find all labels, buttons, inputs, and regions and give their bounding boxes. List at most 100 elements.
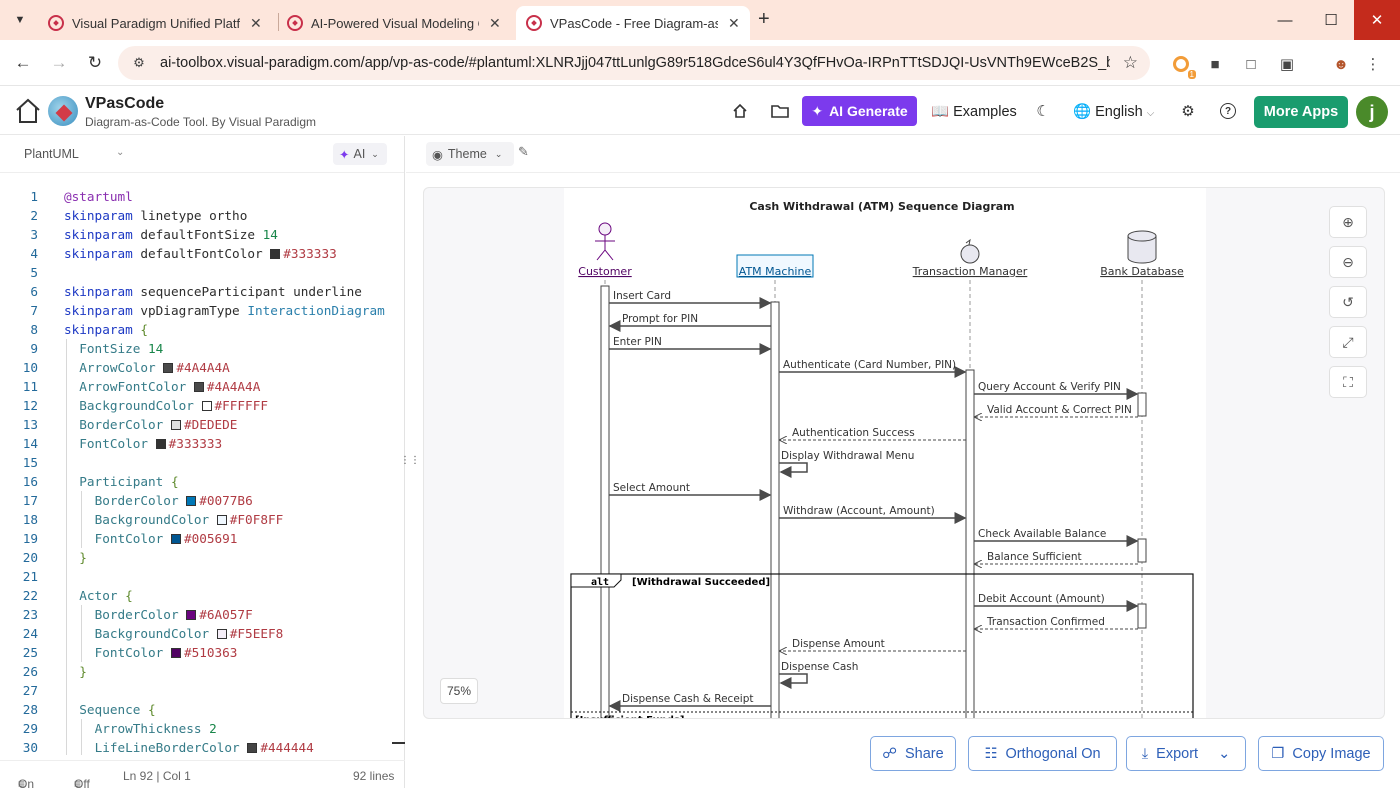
control-icon <box>965 238 971 246</box>
color-swatch[interactable] <box>186 610 197 620</box>
tab-vpascode[interactable]: VPasCode - Free Diagram-as-Code Tool ✕ <box>516 6 750 40</box>
code-token: skinparam <box>64 284 133 299</box>
fullscreen-icon[interactable]: ⛶ <box>1329 366 1367 398</box>
indent-guide <box>81 491 82 510</box>
export-button[interactable]: ⤓ Export ⌄ <box>1126 736 1246 771</box>
site-settings-icon[interactable]: ⚙ <box>130 54 148 72</box>
copy-image-label: Copy Image <box>1292 745 1371 762</box>
code-token: Actor <box>79 588 126 603</box>
zoom-in-icon[interactable]: ⊕ <box>1329 206 1367 238</box>
share-button[interactable]: ☍ Share <box>870 736 956 771</box>
color-swatch[interactable] <box>247 743 258 753</box>
close-tab-icon[interactable]: ✕ <box>489 15 501 32</box>
orthogonal-toggle-button[interactable]: ☷ Orthogonal On <box>968 736 1117 771</box>
code-line: 10 ArrowColor #4A4A4A <box>0 358 392 377</box>
color-swatch[interactable] <box>216 515 227 525</box>
diagram-canvas[interactable]: Cash Withdrawal (ATM) Sequence Diagram Cu… <box>423 187 1385 719</box>
line-number: 2 <box>30 208 38 223</box>
line-number: 9 <box>30 341 38 356</box>
close-tab-icon[interactable]: ✕ <box>728 15 740 32</box>
close-tab-icon[interactable]: ✕ <box>250 15 262 32</box>
panel-resize-handle-icon[interactable]: ⋮⋮ <box>400 455 420 466</box>
dark-mode-moon-icon[interactable]: ☾ <box>1033 101 1053 121</box>
extension-orange-icon[interactable]: 1 <box>1170 53 1196 79</box>
code-token: Participant <box>79 474 171 489</box>
minimize-window-icon[interactable]: — <box>1262 0 1308 40</box>
code-line: 28 Sequence { <box>0 700 392 719</box>
user-avatar[interactable]: j <box>1356 96 1388 128</box>
new-tab-plus-icon[interactable]: + <box>758 8 770 31</box>
screenshot-icon[interactable]: □ <box>1240 53 1262 75</box>
tab-search-chevron-icon[interactable]: ▼ <box>8 8 32 32</box>
color-swatch[interactable] <box>155 439 166 449</box>
code-line: 19 FontColor #005691 <box>0 529 392 548</box>
code-line: 13 BorderColor #DEDEDE <box>0 415 392 434</box>
reload-icon[interactable]: ↻ <box>83 51 107 75</box>
code-line: 6 skinparam sequenceParticipant underline <box>0 282 392 301</box>
tab-ai-visual-modeling[interactable]: AI-Powered Visual Modeling Chatbot ✕ <box>277 6 511 40</box>
open-folder-icon[interactable] <box>770 101 790 121</box>
indent-guide <box>66 339 67 358</box>
profile-icon[interactable]: ☻ <box>1330 53 1352 75</box>
horizontal-scrollbar[interactable] <box>392 742 405 744</box>
indent-guide <box>81 605 82 624</box>
language-selector[interactable]: 🌐 English ⌵ <box>1073 103 1154 120</box>
close-window-icon[interactable]: ✕ <box>1354 0 1400 40</box>
extensions-puzzle-icon[interactable]: ▣ <box>1276 53 1298 75</box>
sparkle-icon: ✦ <box>339 147 350 162</box>
color-swatch[interactable] <box>163 363 174 373</box>
fit-screen-icon[interactable]: ⤢ <box>1329 326 1367 358</box>
theme-select[interactable]: ◉ Theme ⌄ <box>426 142 514 166</box>
color-swatch[interactable] <box>170 648 181 658</box>
ai-generate-button[interactable]: ✦ AI Generate <box>802 96 917 126</box>
ai-assist-select[interactable]: ✦ AI ⌄ <box>333 143 387 165</box>
control-icon <box>960 244 980 264</box>
participant-label: Transaction Manager <box>912 265 1028 278</box>
copy-image-button[interactable]: ❐ Copy Image <box>1258 736 1384 771</box>
message-label: Debit Account (Amount) <box>978 593 1105 605</box>
reset-view-icon[interactable]: ↺ <box>1329 286 1367 318</box>
color-swatch[interactable] <box>193 382 204 392</box>
address-bar[interactable]: ⚙ ai-toolbox.visual-paradigm.com/app/vp-… <box>118 46 1150 80</box>
color-swatch[interactable] <box>270 249 281 259</box>
settings-gear-icon[interactable]: ⚙ <box>1178 101 1198 121</box>
code-line: 20 } <box>0 548 392 567</box>
bookmark-star-icon[interactable]: ☆ <box>1123 53 1138 73</box>
color-swatch[interactable] <box>201 401 212 411</box>
message-label: Enter PIN <box>613 336 662 348</box>
edit-pencil-icon[interactable]: ✎ <box>518 144 529 160</box>
examples-label: Examples <box>953 104 1017 120</box>
browser-menu-icon[interactable]: ⋮ <box>1362 53 1384 75</box>
chevron-down-icon[interactable]: ⌄ <box>116 147 124 158</box>
examples-button[interactable]: 📖 Examples <box>931 103 1017 120</box>
code-token: { <box>148 702 156 717</box>
code-line: 9 FontSize 14 <box>0 339 392 358</box>
code-token: FontColor <box>94 531 171 546</box>
indent-guide <box>66 453 67 472</box>
color-swatch[interactable] <box>170 420 181 430</box>
color-swatch[interactable] <box>216 629 227 639</box>
code-line: 14 FontColor #333333 <box>0 434 392 453</box>
forward-arrow-icon[interactable]: → <box>47 51 71 75</box>
code-text-area[interactable]: 1 @startuml 2 skinparam linetype ortho 3 skin… <box>0 187 392 755</box>
code-token: { <box>170 474 179 489</box>
line-count: 92 lines <box>353 769 395 783</box>
home-icon[interactable] <box>14 97 42 125</box>
extension-chat-icon[interactable]: ■ <box>1204 53 1226 75</box>
back-arrow-icon[interactable]: ← <box>11 51 35 75</box>
code-token: skinparam <box>64 227 133 242</box>
line-number: 5 <box>30 265 38 280</box>
code-line: 12 BackgroundColor #FFFFFF <box>0 396 392 415</box>
color-swatch[interactable] <box>186 496 197 506</box>
chevron-down-icon: ⌄ <box>371 148 379 159</box>
help-question-icon[interactable]: ? <box>1218 101 1238 121</box>
more-apps-button[interactable]: More Apps <box>1254 96 1348 128</box>
activation-bar <box>1137 538 1147 563</box>
zoom-out-icon[interactable]: ⊖ <box>1329 246 1367 278</box>
tab-visual-paradigm-platform[interactable]: Visual Paradigm Unified Platform ✕ <box>38 6 272 40</box>
code-line: 21 <box>0 567 392 586</box>
language-select[interactable]: PlantUML <box>24 147 79 161</box>
maximize-window-icon[interactable]: ☐ <box>1308 0 1354 40</box>
home-nav-icon[interactable] <box>730 101 750 121</box>
color-swatch[interactable] <box>170 534 181 544</box>
